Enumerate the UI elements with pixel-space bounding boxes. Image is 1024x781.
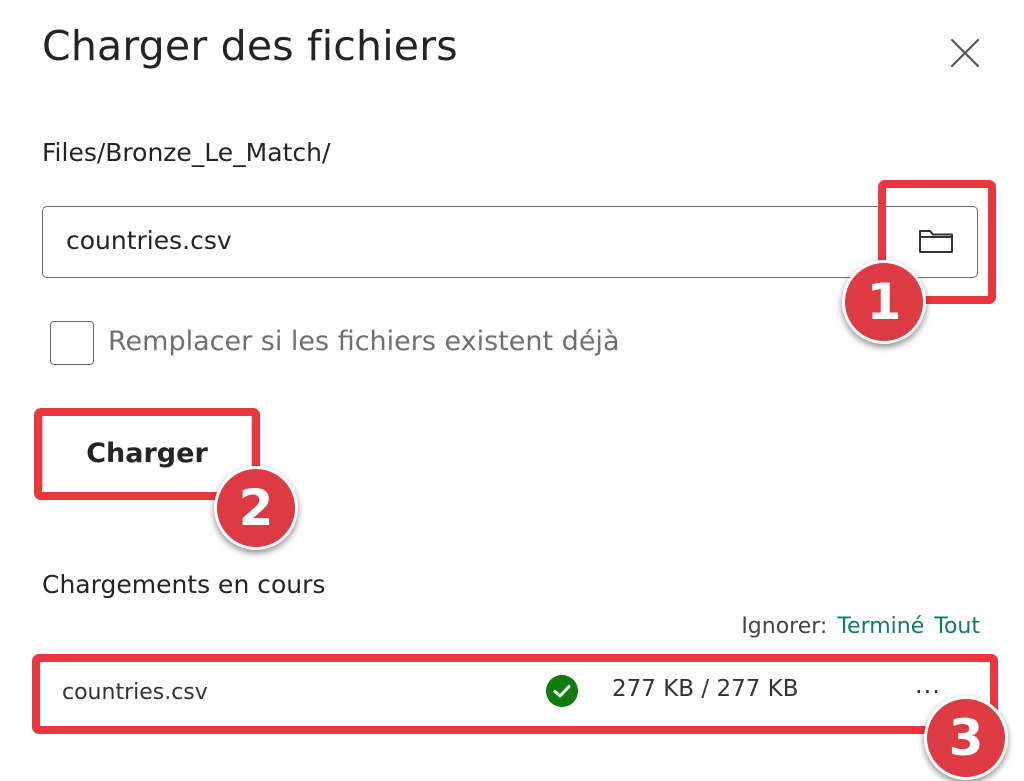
step-badge-3: 3 [924,696,1008,780]
ignore-controls: Ignorer: Terminé Tout [741,614,980,639]
ignore-all-link[interactable]: Tout [934,614,980,639]
close-icon[interactable] [948,36,982,70]
dialog-title: Charger des fichiers [42,22,458,70]
uploads-section-title: Chargements en cours [42,570,326,599]
target-path: Files/Bronze_Le_Match/ [42,138,331,167]
overwrite-checkbox-label: Remplacer si les fichiers existent déjà [108,326,620,357]
step-badge-2: 2 [214,466,298,550]
ignore-label: Ignorer: [741,614,828,639]
overwrite-checkbox[interactable] [50,321,94,365]
highlight-box-upload-row [32,654,998,734]
file-input-value: countries.csv [66,226,232,255]
ignore-done-link[interactable]: Terminé [837,614,924,639]
step-badge-1: 1 [842,260,926,344]
